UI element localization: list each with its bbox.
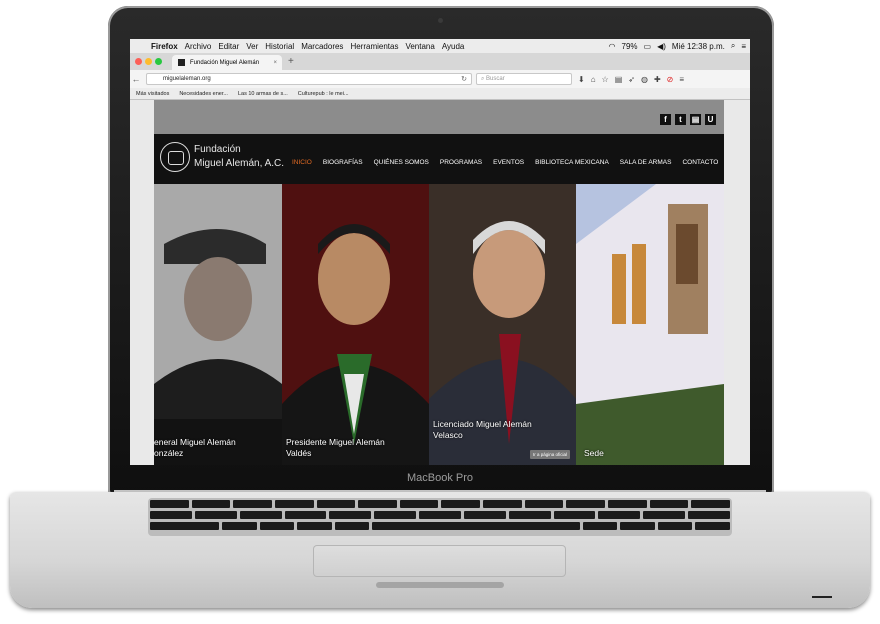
macbook-model-label: MacBook Pro: [406, 472, 474, 484]
foundation-logo-icon[interactable]: [160, 142, 190, 172]
facebook-icon[interactable]: f: [660, 114, 671, 125]
org-name[interactable]: Fundación Miguel Alemán, A.C.: [194, 143, 284, 171]
panel-presidente[interactable]: Presidente Miguel Alemán Valdés: [282, 184, 429, 465]
hero-panels: eneral Miguel Alemán onzález Presidente …: [154, 184, 724, 465]
official-page-button[interactable]: Ir a página oficial: [529, 450, 570, 459]
clock[interactable]: Mié 12:38 p.m.: [672, 42, 725, 51]
hamburger-menu-icon[interactable]: ≡: [679, 75, 684, 84]
ustream-icon[interactable]: U: [705, 114, 716, 125]
main-nav: INICIO BIOGRAFÍAS QUIÉNES SOMOS PROGRAMA…: [292, 159, 718, 166]
menu-herramientas[interactable]: Herramientas: [350, 42, 398, 51]
lid-opening-notch: [376, 582, 504, 588]
new-tab-button[interactable]: +: [288, 56, 294, 67]
menu-editar[interactable]: Editar: [218, 42, 239, 51]
mac-menubar: Firefox Archivo Editar Ver Historial Mar…: [130, 39, 750, 53]
panel-sede-line1: Sede: [584, 448, 604, 458]
notification-center-icon[interactable]: ≡: [741, 42, 746, 51]
org-name-line1: Fundación: [194, 144, 241, 155]
social-links: f t ▤ U: [660, 114, 716, 125]
panel-licenciado[interactable]: Licenciado Miguel Alemán Velasco Ir a pá…: [429, 184, 576, 465]
send-icon[interactable]: ➶: [628, 75, 635, 84]
search-placeholder: Buscar: [486, 76, 505, 82]
menu-marcadores[interactable]: Marcadores: [301, 42, 343, 51]
org-name-line2: Miguel Alemán, A.C.: [194, 158, 285, 169]
menu-ver[interactable]: Ver: [246, 42, 258, 51]
url-bar[interactable]: miguelaleman.org ↻: [146, 73, 472, 85]
nav-contacto[interactable]: CONTACTO: [682, 159, 718, 166]
menu-archivo[interactable]: Archivo: [185, 42, 212, 51]
site-favicon-icon: [178, 59, 185, 66]
close-window-button[interactable]: [135, 58, 142, 65]
bookmark-item[interactable]: Necesidades ener...: [179, 91, 228, 97]
block-icon[interactable]: ⊘: [667, 75, 674, 84]
tab-close-icon[interactable]: ×: [273, 60, 277, 66]
tab-strip: Fundación Miguel Alemán × +: [130, 53, 750, 70]
nav-biblioteca-mexicana[interactable]: BIBLIOTECA MEXICANA: [535, 159, 609, 166]
wifi-icon[interactable]: ◠: [609, 42, 616, 51]
panel-sede[interactable]: Sede: [576, 184, 724, 465]
screen: Firefox Archivo Editar Ver Historial Mar…: [130, 39, 750, 465]
battery-percent: 79%: [621, 41, 638, 51]
twitter-icon[interactable]: t: [675, 114, 686, 125]
menu-ventana[interactable]: Ventana: [405, 42, 434, 51]
nav-biografias[interactable]: BIOGRAFÍAS: [323, 159, 363, 166]
panel-licenciado-line2: Velasco: [433, 430, 463, 440]
tab-title: Fundación Miguel Alemán: [190, 59, 260, 66]
portrait-general-image: [154, 184, 282, 465]
reader-icon[interactable]: ▤: [615, 75, 623, 84]
bookmark-item[interactable]: Culturepub : le mei...: [298, 91, 349, 97]
bookmarks-bar: Más visitados Necesidades ener... Las 10…: [130, 88, 750, 100]
minimize-window-button[interactable]: [145, 58, 152, 65]
panel-general[interactable]: eneral Miguel Alemán onzález: [154, 184, 282, 465]
spotlight-icon[interactable]: ⌕: [731, 41, 735, 51]
bookmark-item[interactable]: Las 10 armas de s...: [238, 91, 288, 97]
site-container: f t ▤ U Fundación Miguel Alemán, A.C. IN…: [154, 100, 724, 465]
sleep-indicator-led: [812, 596, 832, 598]
site-header: Fundación Miguel Alemán, A.C. INICIO BIO…: [154, 134, 724, 184]
home-icon[interactable]: ⌂: [591, 75, 596, 84]
panel-general-line1: eneral Miguel Alemán: [154, 437, 236, 447]
extension-icon[interactable]: ✚: [654, 75, 661, 84]
pocket-icon[interactable]: ◍: [641, 75, 648, 84]
nav-programas[interactable]: PROGRAMAS: [440, 159, 482, 166]
panel-general-line2: onzález: [154, 448, 184, 458]
web-page: f t ▤ U Fundación Miguel Alemán, A.C. IN…: [130, 100, 750, 465]
nav-inicio[interactable]: INICIO: [292, 159, 312, 166]
panel-presidente-line1: Presidente Miguel Alemán: [286, 437, 385, 447]
panel-licenciado-line1: Licenciado Miguel Alemán: [433, 419, 532, 429]
menu-historial[interactable]: Historial: [265, 42, 294, 51]
nav-quienes-somos[interactable]: QUIÉNES SOMOS: [374, 159, 429, 166]
keyboard: [150, 500, 730, 530]
building-sede-image: [576, 184, 724, 465]
download-icon[interactable]: ⬇: [578, 75, 585, 84]
zoom-window-button[interactable]: [155, 58, 162, 65]
nav-eventos[interactable]: EVENTOS: [493, 159, 524, 166]
tab-active[interactable]: Fundación Miguel Alemán ×: [172, 55, 282, 70]
reload-icon[interactable]: ↻: [461, 75, 467, 83]
volume-icon[interactable]: ◀): [657, 42, 666, 51]
back-button[interactable]: ←: [130, 74, 142, 84]
url-text: miguelaleman.org: [163, 76, 211, 82]
camera-icon: [438, 18, 443, 23]
portrait-presidente-image: [282, 184, 429, 465]
panel-presidente-line2: Valdés: [286, 448, 312, 458]
instagram-icon[interactable]: ▤: [690, 114, 701, 125]
nav-sala-de-armas[interactable]: SALA DE ARMAS: [620, 159, 672, 166]
battery-icon[interactable]: ▭: [644, 42, 652, 51]
menu-app-name[interactable]: Firefox: [151, 42, 178, 51]
browser-navbar: ← miguelaleman.org ↻ ⌕ Buscar ⬇ ⌂ ☆ ▤ ➶ …: [130, 70, 750, 88]
bookmark-item[interactable]: Más visitados: [136, 91, 169, 97]
top-strip: f t ▤ U: [154, 100, 724, 134]
trackpad[interactable]: [313, 545, 566, 577]
bookmark-star-icon[interactable]: ☆: [602, 75, 609, 84]
menu-ayuda[interactable]: Ayuda: [442, 42, 465, 51]
search-input[interactable]: ⌕ Buscar: [476, 73, 572, 85]
